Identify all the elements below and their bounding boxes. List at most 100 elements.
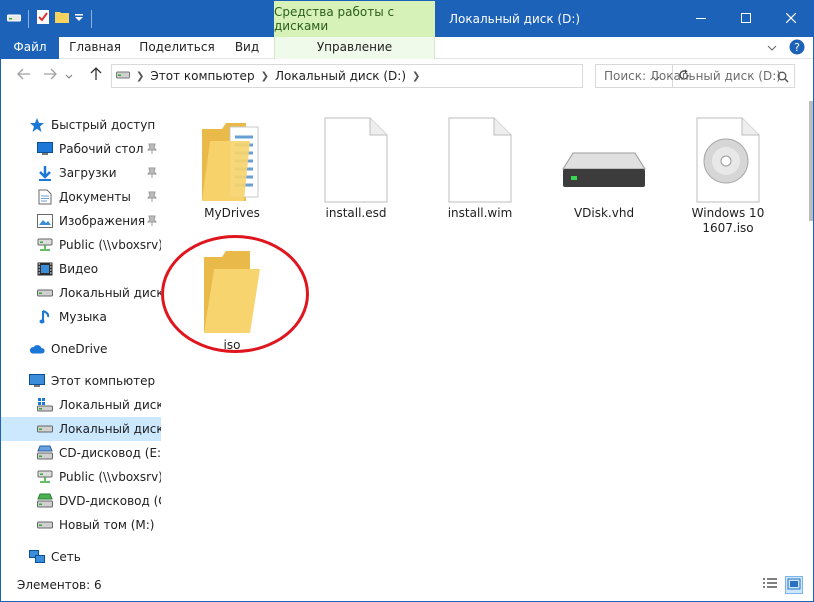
system-drive-icon <box>37 397 53 413</box>
sidebar-item-public-share-drive[interactable]: Public (\\vboxsrv) ( <box>1 465 161 489</box>
scrollbar-thumb[interactable] <box>809 101 813 221</box>
breadcrumb-chevron-icon[interactable]: ❯ <box>261 71 269 82</box>
tab-share[interactable]: Поделиться <box>137 37 217 59</box>
network-drive-icon <box>37 469 53 485</box>
sidebar-item-this-pc[interactable]: Этот компьютер <box>1 369 161 393</box>
vhd-drive-icon <box>561 105 647 203</box>
sidebar-item-label: Быстрый доступ <box>51 118 156 132</box>
sidebar-item-label: Видео <box>59 262 99 276</box>
search-input[interactable]: Поиск: Локальный диск (D:) <box>595 64 795 88</box>
quick-access-toolbar <box>7 9 95 28</box>
maximize-button[interactable] <box>723 1 768 37</box>
sidebar-item-label: Музыка <box>59 310 107 324</box>
search-icon[interactable] <box>777 71 789 86</box>
customize-qat-icon[interactable] <box>74 12 84 26</box>
sidebar-item-network[interactable]: Сеть <box>1 545 161 569</box>
pin-icon[interactable] <box>146 215 158 227</box>
file-item-mydrives[interactable]: MyDrives <box>189 105 275 221</box>
file-item-install-esd[interactable]: install.esd <box>313 105 399 221</box>
chevron-down-icon <box>65 69 73 84</box>
desktop-icon <box>37 141 53 157</box>
tab-file[interactable]: Файл <box>1 37 59 59</box>
sidebar-item-label: Загрузки <box>59 166 117 180</box>
sidebar-item-label: Новый том (M:) <box>59 518 155 532</box>
sidebar-item-dvd-drive-g[interactable]: DVD-дисковод (G:) <box>1 489 161 513</box>
breadcrumb-chevron-icon[interactable]: ❯ <box>412 71 420 82</box>
music-icon <box>37 309 53 325</box>
properties-icon[interactable] <box>36 9 50 28</box>
sidebar-item-label: Public (\\vboxsrv) ( <box>59 470 161 484</box>
minimize-icon <box>695 12 706 26</box>
sidebar-item-videos[interactable]: Видео <box>1 257 161 281</box>
expand-ribbon-icon[interactable] <box>767 42 777 56</box>
new-folder-icon[interactable] <box>54 9 70 28</box>
computer-icon <box>29 373 45 389</box>
back-button[interactable] <box>15 67 33 85</box>
sidebar-item-label: OneDrive <box>51 342 108 356</box>
pictures-icon <box>37 213 53 229</box>
up-button[interactable] <box>87 67 105 85</box>
disc-image-icon <box>685 105 771 203</box>
sidebar-item-new-volume-m[interactable]: Новый том (M:) <box>1 513 161 537</box>
sidebar-item-public-share[interactable]: Public (\\vboxsrv) ( <box>1 233 161 257</box>
sidebar-item-label: Локальный диск (C <box>59 398 161 412</box>
pin-icon[interactable] <box>146 143 158 155</box>
pin-icon[interactable] <box>146 167 158 179</box>
folder-with-docs-icon <box>189 105 275 203</box>
tab-home[interactable]: Главная <box>65 37 125 59</box>
arrow-left-icon <box>17 68 31 84</box>
sidebar-item-cd-drive-e[interactable]: CD-дисковод (E:) V <box>1 441 161 465</box>
file-item-vdisk-vhd[interactable]: VDisk.vhd <box>561 105 647 221</box>
ribbon-tab-bar: Файл Главная Поделиться Вид Управление ? <box>1 37 813 59</box>
pin-icon[interactable] <box>146 191 158 203</box>
sidebar-item-desktop[interactable]: Рабочий стол <box>1 137 161 161</box>
sidebar-item-pictures[interactable]: Изображения <box>1 209 161 233</box>
address-bar[interactable]: ❯ Этот компьютер ❯ Локальный диск (D:) ❯ <box>111 64 689 88</box>
navigation-pane[interactable]: Быстрый доступ Рабочий стол Загрузки Док… <box>1 101 161 571</box>
drive-icon[interactable] <box>7 12 21 26</box>
sidebar-item-label: Этот компьютер <box>51 374 156 388</box>
file-icon <box>437 105 523 203</box>
sidebar-item-documents[interactable]: Документы <box>1 185 161 209</box>
details-view-button[interactable] <box>761 576 779 594</box>
recent-locations-button[interactable] <box>63 67 75 85</box>
forward-button[interactable] <box>41 67 59 85</box>
breadcrumb-local-disk-d[interactable]: Локальный диск (D:) <box>275 69 406 83</box>
navigation-bar: ❯ Этот компьютер ❯ Локальный диск (D:) ❯… <box>1 59 813 93</box>
large-icons-view-button[interactable] <box>785 576 803 594</box>
drive-icon <box>37 421 53 437</box>
file-item-install-wim[interactable]: install.wim <box>437 105 523 221</box>
breadcrumb-chevron-icon[interactable]: ❯ <box>136 71 144 82</box>
sidebar-item-label: Локальный диск (D <box>59 422 161 436</box>
file-name: install.wim <box>447 206 513 220</box>
sidebar-item-local-disk-d[interactable]: Локальный диск (D <box>1 417 161 441</box>
minimize-button[interactable] <box>678 1 723 37</box>
drive-icon <box>116 69 130 83</box>
cd-drive-icon <box>37 445 53 461</box>
sidebar-item-quick-access[interactable]: Быстрый доступ <box>1 113 161 137</box>
file-item-windows-iso[interactable]: Windows 10 1607.iso <box>685 105 771 236</box>
sidebar-item-music[interactable]: Музыка <box>1 305 161 329</box>
sidebar-item-label: Документы <box>59 190 131 204</box>
drive-icon <box>37 517 53 533</box>
file-list-view[interactable]: MyDrives install.esd install.wim VDisk.v… <box>161 101 809 571</box>
sidebar-item-label: Рабочий стол <box>59 142 144 156</box>
large-icons-view-icon <box>787 578 801 593</box>
sidebar-item-downloads[interactable]: Загрузки <box>1 161 161 185</box>
close-button[interactable] <box>768 1 813 37</box>
title-bar[interactable]: Средства работы с дисками Локальный диск… <box>1 1 813 37</box>
breadcrumb-this-pc[interactable]: Этот компьютер <box>150 69 254 83</box>
file-name: VDisk.vhd <box>573 206 635 220</box>
sidebar-item-local-disk-d-quick[interactable]: Локальный диск (D <box>1 281 161 305</box>
drive-icon <box>37 285 53 301</box>
network-icon <box>29 549 45 565</box>
file-icon <box>313 105 399 203</box>
dvd-drive-icon <box>37 493 53 509</box>
sidebar-item-local-disk-c[interactable]: Локальный диск (C <box>1 393 161 417</box>
tab-view[interactable]: Вид <box>227 37 267 59</box>
sidebar-item-label: DVD-дисковод (G:) <box>59 494 161 508</box>
help-icon[interactable]: ? <box>789 39 805 58</box>
sidebar-item-onedrive[interactable]: OneDrive <box>1 337 161 361</box>
tab-manage[interactable]: Управление <box>274 37 435 59</box>
cloud-icon <box>29 341 45 357</box>
